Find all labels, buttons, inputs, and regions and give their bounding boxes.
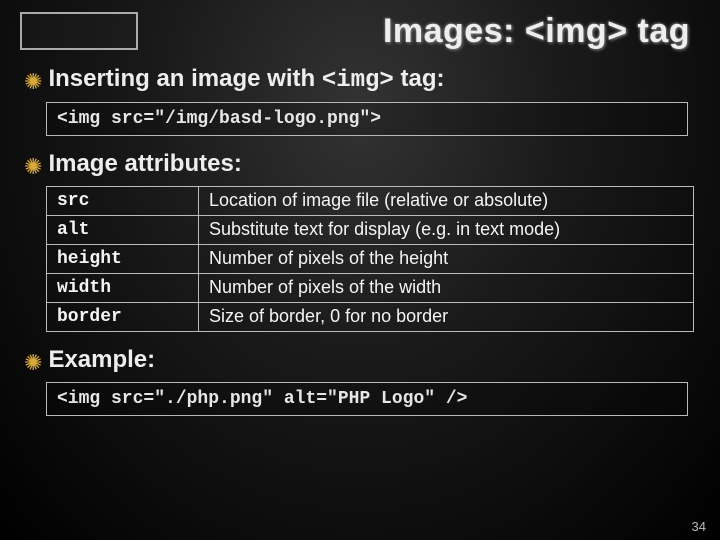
page-number: 34 [692, 519, 706, 534]
table-row: alt Substitute text for display (e.g. in… [47, 216, 694, 245]
attr-desc: Number of pixels of the height [199, 245, 694, 274]
decorative-box [20, 12, 138, 50]
bullet1-suffix: tag: [394, 65, 445, 92]
code-example-2: <img src="./php.png" alt="PHP Logo" /> [46, 382, 688, 416]
table-row: src Location of image file (relative or … [47, 187, 694, 216]
table-row: border Size of border, 0 for no border [47, 303, 694, 332]
code-example-1: <img src="/img/basd-logo.png"> [46, 102, 688, 136]
attr-name: src [47, 187, 199, 216]
bullet1-code: <img> [322, 67, 394, 94]
attr-desc: Number of pixels of the width [199, 274, 694, 303]
bullet-inserting: ✺ Inserting an image with <img> tag: [24, 65, 696, 94]
attributes-table: src Location of image file (relative or … [46, 186, 694, 332]
bullet-icon: ✺ [24, 352, 42, 374]
bullet1-prefix: Inserting an image with [48, 65, 321, 92]
attr-name: alt [47, 216, 199, 245]
attr-name: width [47, 274, 199, 303]
bullet-icon: ✺ [24, 71, 42, 93]
bullet-attributes: ✺ Image attributes: [24, 150, 696, 178]
attr-desc: Substitute text for display (e.g. in tex… [199, 216, 694, 245]
bullet-example: ✺ Example: [24, 346, 696, 374]
attr-name: border [47, 303, 199, 332]
bullet2-text: Image attributes: [48, 150, 241, 178]
bullet3-text: Example: [48, 346, 155, 374]
attr-desc: Location of image file (relative or abso… [199, 187, 694, 216]
table-row: height Number of pixels of the height [47, 245, 694, 274]
table-row: width Number of pixels of the width [47, 274, 694, 303]
bullet-icon: ✺ [24, 156, 42, 178]
bullet-text: Inserting an image with <img> tag: [48, 65, 444, 94]
attr-desc: Size of border, 0 for no border [199, 303, 694, 332]
attr-name: height [47, 245, 199, 274]
